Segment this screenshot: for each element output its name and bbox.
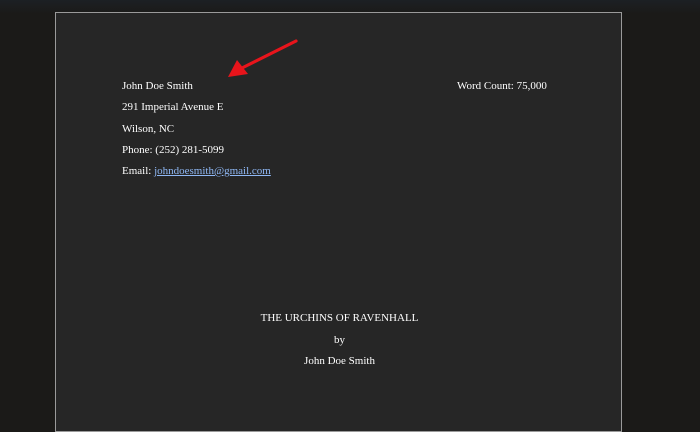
contact-phone: Phone: (252) 281-5099 — [122, 144, 225, 156]
word-count: Word Count: 75,000 — [457, 80, 547, 92]
byline-author: John Doe Smith — [304, 355, 375, 367]
contact-address: 291 Imperial Avenue E — [122, 101, 224, 113]
annotation-arrow-icon — [228, 39, 298, 77]
email-label: Email: — [122, 165, 155, 177]
contact-name: John Doe Smith — [122, 80, 193, 92]
byline-by: by — [334, 334, 345, 346]
contact-city: Wilson, NC — [122, 123, 175, 135]
arrow-shaft — [238, 39, 298, 71]
document-page[interactable]: John Doe Smith 291 Imperial Avenue E Wil… — [55, 12, 622, 432]
manuscript-title: THE URCHINS OF RAVENHALL — [260, 312, 419, 324]
email-link[interactable]: johndoesmith@gmail.com — [154, 165, 271, 177]
contact-email-line: Email: johndoesmith@gmail.com — [122, 165, 271, 178]
arrow-head — [228, 60, 248, 77]
